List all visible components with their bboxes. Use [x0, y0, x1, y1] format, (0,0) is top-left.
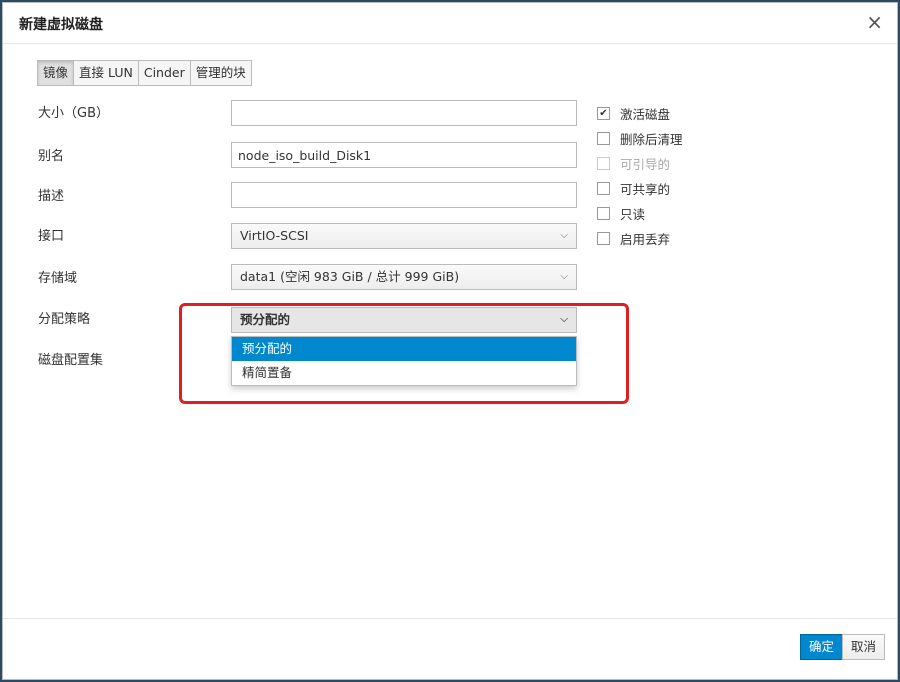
checkbox-label: 删除后清理	[620, 132, 683, 147]
storage-domain-select[interactable]: data1 (空闲 983 GiB / 总计 999 GiB) ⌵	[231, 264, 577, 290]
ok-button[interactable]: 确定	[799, 634, 843, 660]
checkbox-icon	[597, 157, 610, 170]
chevron-down-icon: ⌵	[560, 314, 568, 325]
tab-cinder[interactable]: Cinder	[137, 60, 191, 86]
disk-profile-label: 磁盘配置集	[38, 353, 104, 368]
checkbox-activate-disk[interactable]: ✔ 激活磁盘	[597, 104, 670, 123]
dialog-header: 新建虚拟磁盘 ×	[3, 3, 897, 44]
dialog-title: 新建虚拟磁盘	[19, 17, 103, 33]
chevron-down-icon: ⌵	[560, 230, 568, 241]
allocation-policy-label: 分配策略	[38, 312, 91, 327]
option-preallocated[interactable]: 预分配的	[232, 337, 576, 361]
size-label: 大小（GB）	[38, 106, 109, 121]
storage-domain-value: data1 (空闲 983 GiB / 总计 999 GiB)	[240, 269, 460, 284]
checkbox-label: 只读	[620, 207, 646, 222]
checkbox-bootable: 可引导的	[597, 154, 670, 173]
dialog-footer: 确定 取消	[3, 618, 897, 679]
checkbox-wipe-after-delete[interactable]: 删除后清理	[597, 129, 683, 148]
checkbox-read-only[interactable]: 只读	[597, 204, 645, 223]
checkbox-icon[interactable]	[597, 182, 610, 195]
description-input[interactable]	[231, 182, 577, 208]
checkbox-icon[interactable]	[597, 232, 610, 245]
tab-direct-lun[interactable]: 直接 LUN	[73, 60, 139, 86]
checkbox-label: 启用丢弃	[620, 232, 671, 247]
allocation-policy-dropdown: 预分配的 精简置备	[231, 336, 577, 386]
checkbox-label: 可共享的	[620, 182, 671, 197]
storage-domain-label: 存储域	[38, 271, 78, 286]
checkbox-label: 可引导的	[620, 157, 671, 172]
interface-select[interactable]: VirtIO-SCSI ⌵	[231, 223, 577, 249]
interface-label: 接口	[38, 229, 65, 244]
allocation-policy-value: 预分配的	[240, 312, 291, 327]
new-virtual-disk-dialog: 新建虚拟磁盘 × 镜像 直接 LUN Cinder 管理的块 大小（GB） 别名…	[2, 2, 898, 680]
option-thin-provision[interactable]: 精简置备	[232, 361, 576, 385]
allocation-policy-select[interactable]: 预分配的 ⌵	[231, 307, 577, 333]
tab-managed-block[interactable]: 管理的块	[189, 60, 252, 86]
size-input[interactable]	[231, 100, 577, 126]
close-icon[interactable]: ×	[866, 10, 883, 34]
checkbox-icon[interactable]: ✔	[597, 107, 610, 120]
description-label: 描述	[38, 189, 65, 204]
checkbox-shareable[interactable]: 可共享的	[597, 179, 670, 198]
checkbox-icon[interactable]	[597, 132, 610, 145]
checkbox-enable-discard[interactable]: 启用丢弃	[597, 229, 670, 248]
alias-input[interactable]	[231, 142, 577, 168]
cancel-button[interactable]: 取消	[841, 634, 885, 660]
tab-image[interactable]: 镜像	[37, 60, 75, 86]
checkbox-icon[interactable]	[597, 207, 610, 220]
interface-value: VirtIO-SCSI	[240, 228, 309, 243]
disk-type-tabs: 镜像 直接 LUN Cinder 管理的块	[37, 60, 252, 86]
checkbox-label: 激活磁盘	[620, 107, 671, 122]
chevron-down-icon: ⌵	[560, 271, 568, 282]
alias-label: 别名	[38, 149, 65, 164]
